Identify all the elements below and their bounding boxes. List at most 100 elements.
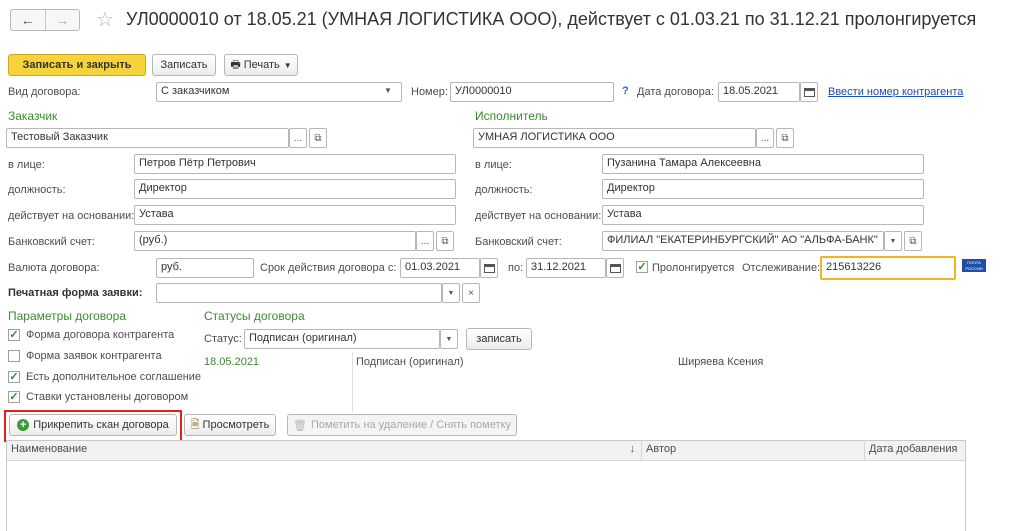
date-from-field[interactable]: 01.03.2021: [400, 258, 480, 278]
enter-counterparty-number-link[interactable]: Ввести номер контрагента: [828, 86, 963, 98]
prolong-checkbox[interactable]: ✓: [636, 261, 648, 273]
mark-delete-icon: 🗑: [293, 419, 307, 432]
calendar-icon[interactable]: [606, 258, 624, 278]
save-and-close-button[interactable]: Записать и закрыть: [8, 54, 146, 76]
customer-name-field[interactable]: Тестовый Заказчик: [6, 128, 289, 148]
help-icon[interactable]: ?: [622, 85, 629, 97]
status-label: Статус:: [204, 333, 242, 345]
contract-date-field[interactable]: 18.05.2021: [718, 82, 800, 102]
validity-label: Срок действия договора с:: [260, 262, 397, 274]
column-name[interactable]: Наименование ↓: [7, 440, 642, 460]
open-icon[interactable]: ⧉: [436, 231, 454, 251]
customer-basis-label: действует на основании:: [8, 210, 135, 222]
russian-post-logo: ПОЧТА РОССИИ: [962, 259, 986, 272]
contractor-section-title: Исполнитель: [475, 109, 548, 123]
statuses-section-title: Статусы договора: [204, 309, 305, 323]
contractor-person-field[interactable]: Пузанина Тамара Алексеевна: [602, 154, 924, 174]
clear-icon[interactable]: ×: [462, 283, 480, 303]
column-author[interactable]: Автор: [642, 440, 865, 460]
nav-buttons: ← →: [10, 9, 80, 31]
open-icon[interactable]: ⧉: [309, 128, 327, 148]
open-icon[interactable]: ⧉: [776, 128, 794, 148]
column-author-label: Автор: [646, 443, 677, 455]
contractor-bank-label: Банковский счет:: [475, 236, 562, 248]
sort-down-arrow-icon: ↓: [629, 443, 636, 455]
column-date-added[interactable]: Дата добавления: [865, 440, 965, 460]
param-label: Ставки установлены договором: [26, 391, 189, 403]
customer-person-field[interactable]: Петров Пётр Петрович: [134, 154, 456, 174]
chevron-down-icon[interactable]: ▼: [442, 283, 460, 303]
calendar-icon[interactable]: [800, 82, 818, 102]
customer-position-field[interactable]: Директор: [134, 179, 456, 199]
params-section-title: Параметры договора: [8, 309, 127, 323]
chevron-down-icon: ▼: [283, 60, 292, 70]
param-label: Форма договора контрагента: [26, 329, 175, 341]
status-save-button[interactable]: записать: [466, 328, 532, 350]
ellipsis-icon[interactable]: ...: [289, 128, 307, 148]
customer-basis-field[interactable]: Устава: [134, 205, 456, 225]
printer-icon: 🖶: [230, 58, 241, 71]
calendar-icon[interactable]: [480, 258, 498, 278]
mark-delete-label: Пометить на удаление / Снять пометку: [310, 419, 511, 431]
print-form-label: Печатная форма заявки:: [8, 287, 143, 299]
date-to-field[interactable]: 31.12.2021: [526, 258, 606, 278]
attach-scan-button[interactable]: + Прикрепить скан договора: [9, 414, 177, 436]
date-to-label: по:: [508, 262, 524, 274]
print-form-select[interactable]: [156, 283, 442, 303]
view-label: Просмотреть: [202, 419, 270, 431]
print-label: Печать: [243, 59, 280, 71]
contractor-basis-label: действует на основании:: [475, 210, 602, 222]
customer-position-label: должность:: [8, 184, 66, 196]
open-icon[interactable]: ⧉: [904, 231, 922, 251]
currency-field[interactable]: руб.: [156, 258, 254, 278]
plus-circle-icon: +: [17, 419, 30, 431]
chevron-down-icon[interactable]: ▼: [384, 86, 392, 95]
tracking-label: Отслеживание:: [742, 262, 821, 274]
currency-label: Валюта договора:: [8, 262, 100, 274]
attach-scan-label: Прикрепить скан договора: [33, 419, 169, 431]
param-checkbox[interactable]: ✓: [8, 329, 20, 341]
page-title: УЛ0000010 от 18.05.21 (УМНАЯ ЛОГИСТИКА О…: [126, 9, 977, 29]
view-document-icon: 🗎: [190, 418, 200, 431]
param-checkbox[interactable]: ✓: [8, 371, 20, 383]
save-button[interactable]: Записать: [152, 54, 216, 76]
view-button[interactable]: 🗎 Просмотреть: [184, 414, 276, 436]
ellipsis-icon[interactable]: ...: [756, 128, 774, 148]
forward-arrow-icon[interactable]: →: [46, 10, 80, 30]
contractor-basis-field[interactable]: Устава: [602, 205, 924, 225]
customer-bank-field[interactable]: (руб.): [134, 231, 416, 251]
history-status: Подписан (оригинал): [356, 356, 464, 368]
ellipsis-icon[interactable]: ...: [416, 231, 434, 251]
contractor-name-field[interactable]: УМНАЯ ЛОГИСТИКА ООО: [473, 128, 756, 148]
contract-type-label: Вид договора:: [8, 86, 81, 98]
history-author: Ширяева Ксения: [678, 356, 764, 368]
print-button[interactable]: 🖶 Печать ▼: [224, 54, 298, 76]
customer-bank-label: Банковский счет:: [8, 236, 95, 248]
history-divider: [352, 352, 353, 412]
param-label: Есть дополнительное соглашение: [26, 371, 202, 383]
column-date-label: Дата добавления: [869, 443, 958, 455]
customer-person-label: в лице:: [8, 159, 45, 171]
chevron-down-icon[interactable]: ▼: [440, 329, 458, 349]
number-label: Номер:: [411, 86, 448, 98]
param-checkbox[interactable]: ✓: [8, 391, 20, 403]
contractor-position-field[interactable]: Директор: [602, 179, 924, 199]
contractor-position-label: должность:: [475, 184, 533, 196]
number-field[interactable]: УЛ0000010: [450, 82, 614, 102]
column-name-label: Наименование: [11, 443, 88, 455]
param-label: Форма заявок контрагента: [26, 350, 162, 362]
tracking-field[interactable]: 215613226: [820, 256, 956, 280]
favorite-star-icon[interactable]: ☆: [96, 7, 114, 32]
mark-delete-button[interactable]: 🗑 Пометить на удаление / Снять пометку: [287, 414, 517, 436]
contract-type-select[interactable]: С заказчиком: [156, 82, 402, 102]
contract-date-label: Дата договора:: [637, 86, 714, 98]
prolong-label: Пролонгируется: [652, 262, 735, 274]
back-arrow-icon[interactable]: ←: [11, 10, 46, 30]
contractor-bank-field[interactable]: ФИЛИАЛ "ЕКАТЕРИНБУРГСКИЙ" АО "АЛЬФА-БАНК…: [602, 231, 884, 251]
status-select[interactable]: Подписан (оригинал): [244, 329, 440, 349]
param-checkbox[interactable]: [8, 350, 20, 362]
history-date: 18.05.2021: [204, 356, 260, 368]
contractor-person-label: в лице:: [475, 159, 512, 171]
customer-section-title: Заказчик: [8, 109, 58, 123]
chevron-down-icon[interactable]: ▼: [884, 231, 902, 251]
